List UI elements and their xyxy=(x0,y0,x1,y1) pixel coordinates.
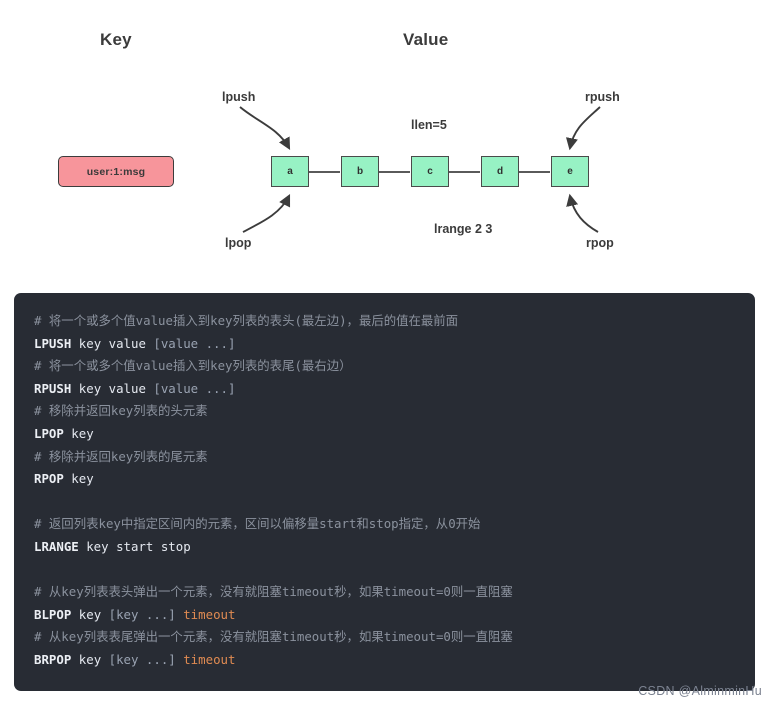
annotation-rpush: rpush xyxy=(585,90,620,104)
command-timeout-arg: timeout xyxy=(175,606,236,622)
code-comment-line: # 移除并返回key列表的尾元素 xyxy=(34,448,208,464)
list-node-d: d xyxy=(481,156,519,187)
command-optional-args: [value ...] xyxy=(153,380,236,396)
code-command-line: RPOP key xyxy=(14,468,755,491)
code-comment-line: # 从key列表表尾弹出一个元素，没有就阻塞timeout秒，如果timeout… xyxy=(34,629,513,645)
command-args: key start stop xyxy=(78,538,191,554)
code-lines: # 将一个或多个值value插入到key列表的表头(最左边)，最后的值在最前面 L… xyxy=(14,310,755,672)
redis-list-diagram: Key Value user:1:msg a b c d e lpush rpu… xyxy=(0,0,770,285)
key-box-label: user:1:msg xyxy=(86,165,146,178)
annotation-lpop: lpop xyxy=(225,236,252,250)
arrow-lpush xyxy=(239,106,291,150)
node-link-d-e xyxy=(518,171,550,173)
list-node-d-label: d xyxy=(496,166,504,177)
command-args: key xyxy=(63,425,94,441)
code-command-line: LRANGE key start stop xyxy=(14,536,755,559)
arrow-lpop xyxy=(242,193,291,233)
command-args: key xyxy=(63,471,94,487)
code-comment-line: # 返回列表key中指定区间内的元素，区间以偏移量start和stop指定，从0… xyxy=(34,516,481,532)
command-optional-args: [key ...] xyxy=(108,651,176,667)
key-box: user:1:msg xyxy=(58,156,174,187)
annotation-llen: llen=5 xyxy=(411,118,447,132)
arrow-rpush xyxy=(565,106,601,151)
command-keyword: RPUSH xyxy=(34,380,72,396)
command-args: key xyxy=(71,651,109,667)
annotation-lpush: lpush xyxy=(222,90,256,104)
code-block: # 将一个或多个值value插入到key列表的表头(最左边)，最后的值在最前面 L… xyxy=(14,293,755,691)
list-node-e-label: e xyxy=(567,166,573,177)
command-args: key value xyxy=(71,380,154,396)
arrow-rpop xyxy=(566,193,599,233)
node-link-c-d xyxy=(448,171,480,173)
command-optional-args: [key ...] xyxy=(108,606,176,622)
list-node-b-label: b xyxy=(356,166,364,177)
code-comment-line: # 从key列表表头弹出一个元素，没有就阻塞timeout秒，如果timeout… xyxy=(34,584,513,600)
list-node-a: a xyxy=(271,156,309,187)
list-node-c-label: c xyxy=(427,166,433,177)
key-column-heading: Key xyxy=(100,30,132,49)
command-keyword: LPOP xyxy=(34,425,64,441)
command-keyword: BLPOP xyxy=(34,606,72,622)
command-keyword: LRANGE xyxy=(34,538,79,554)
list-node-e: e xyxy=(551,156,589,187)
list-node-b: b xyxy=(341,156,379,187)
code-comment-line: # 移除并返回key列表的头元素 xyxy=(34,403,208,419)
list-node-c: c xyxy=(411,156,449,187)
code-command-line: BRPOP key [key ...] timeout xyxy=(14,649,755,672)
node-link-a-b xyxy=(308,171,340,173)
command-keyword: BRPOP xyxy=(34,651,72,667)
code-command-line: LPOP key xyxy=(14,423,755,446)
code-command-line: LPUSH key value [value ...] xyxy=(14,333,755,356)
value-column-heading: Value xyxy=(403,30,449,49)
command-args: key xyxy=(71,606,109,622)
command-args: key value xyxy=(71,335,154,351)
annotation-lrange: lrange 2 3 xyxy=(434,222,493,236)
command-timeout-arg: timeout xyxy=(175,651,236,667)
code-comment-line: # 将一个或多个值value插入到key列表的表头(最左边)，最后的值在最前面 xyxy=(34,313,459,328)
annotation-rpop: rpop xyxy=(586,236,614,250)
list-node-a-label: a xyxy=(287,166,293,177)
command-keyword: RPOP xyxy=(34,471,64,487)
node-link-b-c xyxy=(378,171,410,173)
code-command-line: BLPOP key [key ...] timeout xyxy=(14,604,755,627)
command-keyword: LPUSH xyxy=(34,335,72,351)
watermark: CSDN @AlminminHu xyxy=(638,684,762,698)
code-comment-line: # 将一个或多个值value插入到key列表的表尾(最右边） xyxy=(34,358,352,374)
command-optional-args: [value ...] xyxy=(153,335,236,351)
code-command-line: RPUSH key value [value ...] xyxy=(14,378,755,401)
